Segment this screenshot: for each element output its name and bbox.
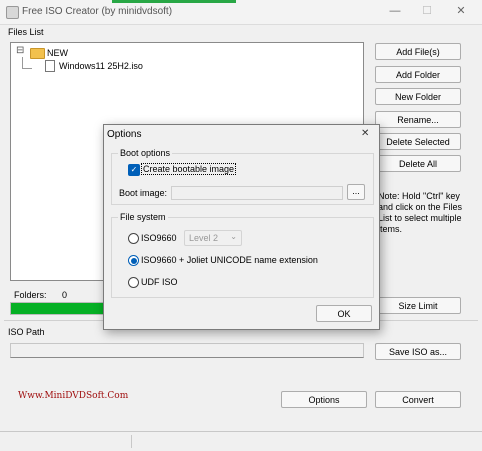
size-limit-button[interactable]: Size Limit	[375, 297, 461, 314]
folders-label: Folders:	[14, 290, 47, 300]
iso9660-joliet-radio[interactable]	[128, 255, 139, 266]
delete-all-button[interactable]: Delete All	[375, 155, 461, 172]
file-system-group: File system ISO9660 Level 2 ⌄ ISO9660 + …	[111, 212, 374, 298]
dialog-title: Options	[107, 129, 142, 140]
website-link[interactable]: Www.MiniDVDSoft.Com	[18, 391, 128, 401]
selection-note: Note: Hold "Ctrl" key and click on the F…	[378, 191, 463, 234]
boot-image-label: Boot image:	[119, 188, 168, 198]
convert-button[interactable]: Convert	[375, 391, 461, 408]
delete-selected-button[interactable]: Delete Selected	[375, 133, 461, 150]
ok-button[interactable]: OK	[316, 305, 372, 322]
browse-button[interactable]: ...	[347, 184, 365, 200]
options-dialog: Options ✕ Boot options ✓ Create bootable…	[103, 124, 380, 330]
boot-options-label: Boot options	[118, 148, 173, 158]
window-title: Free ISO Creator (by minidvdsoft)	[22, 6, 173, 17]
folder-icon	[30, 48, 45, 59]
save-iso-button[interactable]: Save ISO as...	[375, 343, 461, 360]
tree-branch	[22, 68, 32, 69]
iso9660-joliet-label[interactable]: ISO9660 + Joliet UNICODE name extension	[141, 255, 318, 265]
udf-iso-label[interactable]: UDF ISO	[141, 277, 178, 287]
title-highlight	[112, 0, 236, 3]
options-button[interactable]: Options	[281, 391, 367, 408]
iso9660-radio[interactable]	[128, 233, 139, 244]
file-name[interactable]: Windows11 25H2.iso	[59, 61, 143, 71]
file-system-label: File system	[118, 212, 168, 222]
new-folder-button[interactable]: New Folder	[375, 88, 461, 105]
tree-toggle-icon[interactable]: ⊟	[16, 45, 24, 56]
app-icon	[6, 6, 19, 19]
maximize-icon[interactable]: ☐	[416, 3, 438, 19]
iso-path-field[interactable]	[10, 343, 364, 358]
file-icon	[45, 60, 55, 72]
create-bootable-label[interactable]: Create bootable image	[141, 163, 237, 175]
add-folder-button[interactable]: Add Folder	[375, 66, 461, 83]
level-select-value: Level 2	[189, 233, 219, 243]
status-bar	[0, 431, 482, 451]
boot-image-field[interactable]	[171, 186, 343, 200]
status-divider	[131, 435, 132, 448]
folder-name[interactable]: NEW	[47, 48, 68, 58]
boot-options-group: Boot options ✓ Create bootable image Boo…	[111, 148, 374, 205]
chevron-down-icon: ⌄	[230, 232, 237, 241]
folders-count: 0	[62, 290, 68, 300]
close-icon[interactable]: ✕	[450, 3, 472, 19]
dialog-close-icon[interactable]: ✕	[361, 128, 369, 139]
add-files-button[interactable]: Add File(s)	[375, 43, 461, 60]
files-list-label: Files List	[8, 27, 44, 37]
iso9660-label[interactable]: ISO9660	[141, 233, 177, 243]
minimize-icon[interactable]: —	[384, 3, 406, 19]
level-select[interactable]: Level 2 ⌄	[184, 230, 242, 246]
iso-path-label: ISO Path	[8, 327, 45, 337]
tree-line	[22, 57, 23, 68]
rename-button[interactable]: Rename...	[375, 111, 461, 128]
create-bootable-checkbox[interactable]: ✓	[128, 164, 140, 176]
udf-iso-radio[interactable]	[128, 277, 139, 288]
title-bar: Free ISO Creator (by minidvdsoft) — ☐ ✕	[0, 0, 482, 25]
